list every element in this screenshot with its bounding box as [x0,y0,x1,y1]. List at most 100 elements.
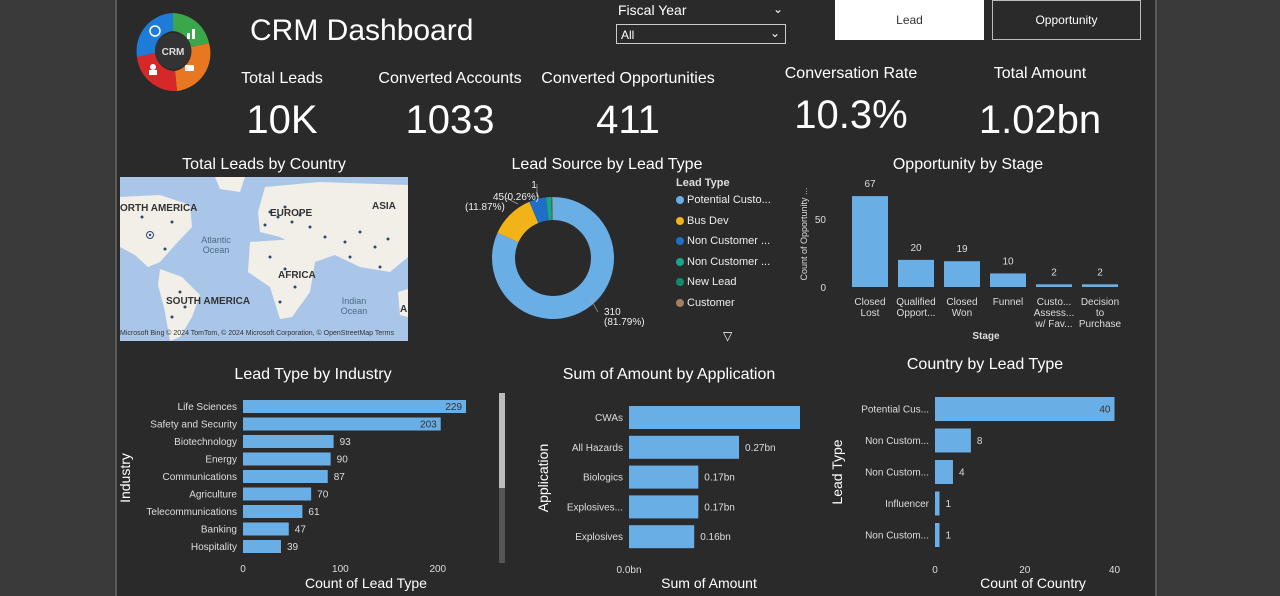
x-axis-label: Count of Country [980,575,1086,591]
data-label: 61 [308,507,320,518]
country-bar-chart[interactable]: Potential Cus... 40Non Custom... 8Non Cust… [826,382,1130,596]
y-axis-label: Industry [117,453,133,503]
x-tick-label: 100 [332,564,349,575]
data-label: (81.79%) [604,317,645,328]
bar[interactable] [243,400,467,413]
x-tick-label: 0 [240,564,246,575]
fiscal-year-dropdown[interactable]: All ⌄ [616,24,786,44]
bar[interactable] [990,273,1026,287]
y-axis-label: Lead Type [829,439,845,504]
legend-dot [676,278,684,287]
map-label-south-america: SOUTH AMERICA [166,296,251,307]
legend-dot [676,257,684,266]
bar[interactable] [898,259,934,287]
industry-bar-chart[interactable]: Life Sciences 229 Safety and Security 203 Bi… [116,390,496,596]
bar[interactable] [243,470,328,483]
data-label: 70 [317,490,329,501]
y-tick-label: Hospitality [191,542,237,553]
data-label: 10 [1002,256,1014,267]
bar[interactable] [935,460,953,484]
bar[interactable] [1082,284,1118,287]
data-label: 4 [959,468,965,479]
legend-item[interactable]: Non Customer ... [676,256,770,268]
x-tick-label: Closed [946,297,977,308]
fiscal-year-value: All [621,28,635,42]
kpi-value-converted-accounts: 1033 [405,98,495,142]
lead-button[interactable]: Lead [835,0,984,40]
data-label: 229 [445,402,462,413]
y-axis-label: Application [535,444,551,513]
x-tick-label: Opport... [897,308,936,319]
bar[interactable] [243,417,441,431]
bar[interactable] [935,491,940,516]
map-label-indian: Indian Ocean [340,296,368,316]
x-tick-label: Qualified [896,297,935,308]
bar[interactable] [629,435,740,459]
bar[interactable] [243,452,331,466]
bar[interactable] [243,505,303,518]
bar[interactable] [629,495,699,519]
y-tick-label: Potential Cus... [861,405,929,416]
y-axis-label: Count of Opportunity ... [799,187,809,280]
map-title: Total Leads by Country [182,156,346,173]
crm-logo: CRM [136,13,211,92]
bar[interactable] [852,196,888,287]
legend-label: Bus Dev [687,214,729,227]
legend-label: Non Customer ... [687,255,771,268]
legend-item[interactable]: Customer [676,297,735,309]
x-axis-label: Stage [972,331,1000,342]
x-tick-label: 0.0bn [616,565,641,576]
x-tick-label: Assess... [1034,308,1075,319]
bar[interactable] [629,406,800,429]
y-tick-label: CWAs [595,413,623,424]
data-label: 203 [420,420,437,431]
data-label: 0.17bn [704,502,735,513]
legend-dot [676,196,684,205]
donut-chart[interactable]: 1 45(0.26%) (11.87%) 310 (81.79%) [440,170,676,335]
legend-label: Customer [687,296,735,309]
stage-bar-chart[interactable]: 050Count of Opportunity ...67ClosedLost2… [790,176,1130,346]
kpi-label-converted-opportunities: Converted Opportunities [541,70,715,87]
application-bar-chart[interactable]: CWAs0.52bnAll Hazards0.27bnBiologics0.17… [530,390,800,596]
leads-map[interactable]: ORTH AMERICA EUROPE ASIA AFRICA SOUTH AM… [120,177,408,341]
bar[interactable] [629,525,695,549]
bar[interactable] [935,428,971,453]
legend-item[interactable]: Non Customer ... [676,235,770,247]
legend-label: Non Customer ... [687,235,771,247]
scrollbar-thumb[interactable] [499,393,505,488]
chevron-down-icon[interactable]: ⌄ [773,2,783,16]
data-label: (11.87%) [465,202,505,213]
y-tick-label: Telecommunications [146,507,237,518]
legend-item[interactable]: Potential Custo... [676,194,771,206]
bar[interactable] [1036,284,1072,287]
y-tick-label: 50 [815,215,827,226]
bar[interactable] [243,487,312,501]
chart-title-opportunity-stage: Opportunity by Stage [892,156,1044,173]
opportunity-button[interactable]: Opportunity [992,0,1141,40]
legend-item[interactable]: Bus Dev [676,215,729,227]
world-map [120,177,408,341]
x-tick-label: to [1096,308,1105,319]
bar[interactable] [944,261,980,287]
kpi-value-total-amount: 1.02bn [978,98,1102,142]
chevron-down-icon: ⌄ [769,26,780,40]
fiscal-year-label: Fiscal Year [618,2,687,18]
bar[interactable] [935,397,1115,421]
x-axis-label: Sum of Amount [661,575,757,591]
bar[interactable] [629,465,699,489]
bar[interactable] [935,523,940,547]
bar[interactable] [243,540,281,553]
logo-text: CRM [162,47,185,58]
x-tick-label: 200 [429,564,446,575]
bar[interactable] [243,522,289,536]
data-label: 8 [977,436,983,447]
legend-item[interactable]: New Lead [676,276,737,288]
bar[interactable] [243,435,334,448]
y-tick-label: Life Sciences [178,402,237,413]
scroll-down-icon[interactable]: ▽ [723,329,732,343]
scrollbar[interactable] [499,393,505,563]
data-label: 2 [1097,267,1103,278]
y-tick-label: Influencer [885,499,930,510]
map-label-europe: EUROPE [270,208,313,219]
legend-dot [676,237,684,246]
